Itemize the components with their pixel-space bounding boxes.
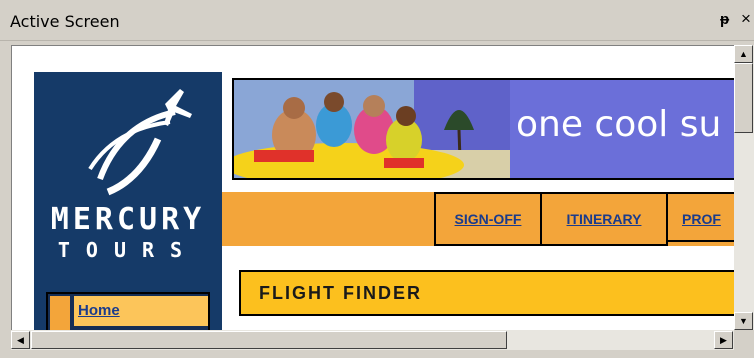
banner-tagline: one cool su (516, 104, 722, 145)
web-page: MERCURY TOURS Home one cool su SIGN-OFF … (34, 72, 734, 331)
nav-sign-off[interactable]: SIGN-OFF (434, 192, 542, 246)
logo-mercury-text: MERCURY (50, 202, 206, 237)
scroll-left-button[interactable]: ◀ (11, 331, 30, 349)
flight-finder-title: FLIGHT FINDER (259, 283, 422, 303)
promo-banner: one cool su (232, 78, 734, 180)
sidebar: MERCURY TOURS Home (34, 72, 222, 331)
top-nav-bar: SIGN-OFF ITINERARY PROF (222, 192, 734, 246)
scroll-right-button[interactable]: ▶ (714, 331, 733, 349)
scroll-down-button[interactable]: ▼ (734, 312, 753, 330)
scrollbar-corner (734, 330, 754, 350)
browser-viewport: MERCURY TOURS Home one cool su SIGN-OFF … (11, 45, 735, 332)
home-swatch (50, 296, 70, 331)
nav-profile[interactable]: PROF (666, 192, 734, 242)
nav-itinerary[interactable]: ITINERARY (540, 192, 668, 246)
close-icon[interactable]: × (741, 9, 751, 29)
horizontal-scroll-thumb[interactable] (31, 331, 507, 349)
scroll-up-button[interactable]: ▲ (734, 45, 753, 63)
vertical-scroll-thumb[interactable] (734, 63, 753, 133)
kids-on-raft-photo (234, 80, 510, 178)
home-link[interactable]: Home (74, 296, 208, 326)
home-nav-box: Home (46, 292, 210, 331)
plane-swoosh-logo-icon (88, 89, 192, 196)
panel-title: Active Screen (10, 12, 120, 31)
pin-icon[interactable]: ᵽ (720, 11, 729, 28)
logo-tours-text: TOURS (57, 238, 199, 262)
panel-header: Active Screen ᵽ × (0, 0, 754, 41)
flight-finder-header: FLIGHT FINDER (239, 270, 734, 316)
